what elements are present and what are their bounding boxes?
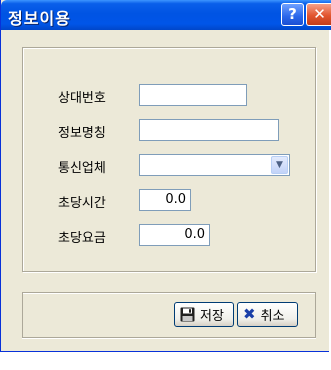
window-title: 정보이용 bbox=[8, 9, 71, 28]
floppy-disk-icon bbox=[180, 307, 195, 322]
carrier-label: 통신업체 bbox=[58, 161, 106, 176]
save-button[interactable]: 저장 bbox=[174, 302, 234, 327]
footer-divider bbox=[22, 292, 316, 294]
per-second-fee-input[interactable]: 0.0 bbox=[139, 224, 210, 246]
save-button-label: 저장 bbox=[200, 309, 224, 324]
info-name-input[interactable] bbox=[139, 119, 279, 141]
dialog-window: 정보이용 ? ✕ 상대번호 정보명칭 통신업체 ▼ 초당시간 0.0 초당요금 … bbox=[0, 0, 331, 352]
close-button[interactable]: ✕ bbox=[306, 3, 331, 26]
title-bar[interactable]: 정보이용 ? ✕ bbox=[1, 0, 331, 30]
per-second-fee-label: 초당요금 bbox=[58, 231, 106, 246]
partner-number-label: 상대번호 bbox=[58, 91, 106, 106]
per-second-time-label: 초당시간 bbox=[58, 196, 106, 211]
chevron-down-icon[interactable]: ▼ bbox=[271, 156, 288, 174]
cancel-button[interactable]: ✖ 취소 bbox=[237, 302, 298, 327]
help-button[interactable]: ? bbox=[281, 3, 304, 26]
cancel-button-label: 취소 bbox=[260, 309, 285, 324]
per-second-time-input[interactable]: 0.0 bbox=[139, 189, 191, 211]
footer-frame-bottom bbox=[22, 337, 316, 339]
info-name-label: 정보명칭 bbox=[58, 126, 106, 141]
x-icon: ✖ bbox=[243, 305, 256, 323]
footer-frame-right bbox=[315, 292, 316, 338]
carrier-select[interactable]: ▼ bbox=[139, 154, 290, 176]
footer-frame-left bbox=[22, 292, 23, 338]
partner-number-input[interactable] bbox=[139, 84, 247, 106]
